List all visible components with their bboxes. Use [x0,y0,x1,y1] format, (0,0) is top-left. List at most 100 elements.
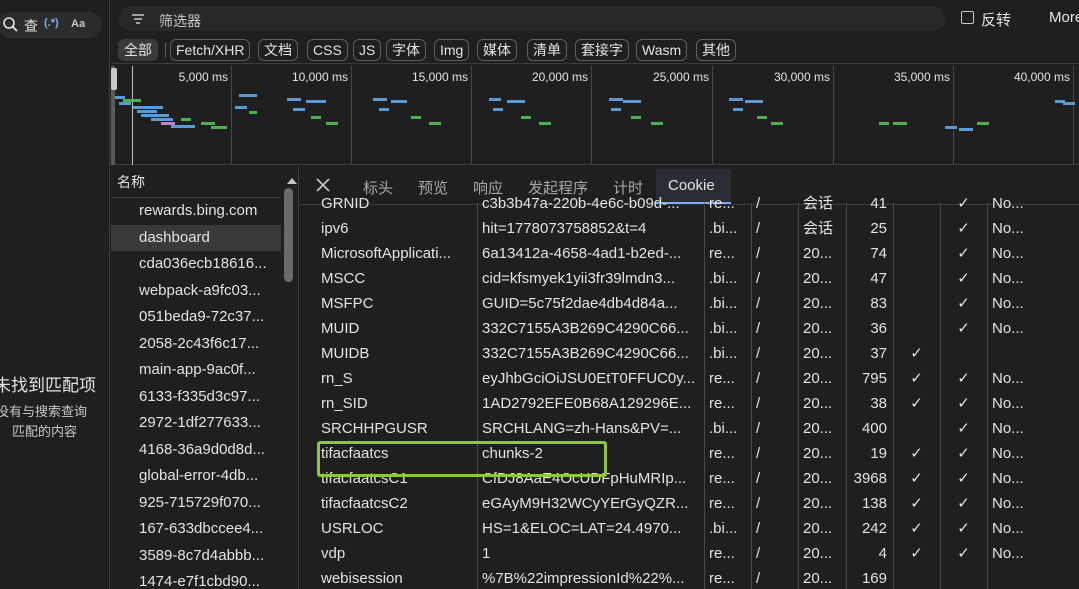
overview-request-bar [249,111,257,114]
request-row[interactable]: global-error-4db... [111,463,281,490]
request-row[interactable]: 925-715729f070... [111,490,281,517]
type-filter-media[interactable]: 媒体 [477,39,517,61]
cookie-path: / [756,395,761,412]
request-row[interactable]: rewards.bing.com [111,198,281,225]
cookie-samesite [987,566,1047,589]
tick-label: 30,000 ms [773,70,830,84]
request-row[interactable]: 167-633dbccee4... [111,516,281,543]
invert-checkbox[interactable] [961,11,974,24]
type-filter-img[interactable]: Img [434,39,470,61]
cookie-row[interactable]: ipv6 hit=1778073758852&t=4 .bi... / 会话 25 ✓ No.… [316,216,1079,241]
request-row[interactable]: 051beda9-72c37... [111,304,281,331]
request-list-scrollbar[interactable] [284,188,293,282]
cookie-expires: 20... [803,495,833,512]
request-row[interactable]: 1474-e7f1cbd90... [111,569,281,589]
cookie-row[interactable]: SRCHHPGUSR SRCHLANG=zh-Hans&PV=... .bi... /… [316,416,1079,441]
request-row[interactable]: cda036ecb18616... [111,251,281,278]
overview-request-bar [1063,102,1075,105]
overview-request-bar [489,98,501,101]
request-row[interactable]: 3589-8c7d4abbb... [111,543,281,570]
cookie-domain: re... [709,545,735,562]
type-filter-all[interactable]: 全部 [118,39,158,61]
cookie-httponly: ✓ [910,345,923,362]
type-filter-socket[interactable]: 套接字 [575,39,629,61]
request-row[interactable]: main-app-9ac0f... [111,357,281,384]
type-filter-fetch-xhr[interactable]: Fetch/XHR [170,39,251,61]
cookie-value: 332C7155A3B269C4290C66... [482,345,689,362]
search-panel: 查 (.*) Aa 未找到匹配项 没有与搜索查询 匹配的内容 [0,0,110,589]
type-filter-js[interactable]: JS [353,39,382,61]
overview-request-bar [239,94,257,97]
type-filter-font[interactable]: 字体 [386,39,426,61]
overview-request-bar [771,122,783,125]
match-case-toggle[interactable]: Aa [71,18,85,30]
cookie-size: 37 [870,345,887,362]
cookie-row[interactable]: webisession %7B%22impressionId%22%... re..… [316,566,1079,589]
cookie-samesite: No... [992,220,1024,237]
cookie-name: rn_SID [321,395,368,412]
cookie-size: 795 [861,370,887,387]
cookie-expires: 会话 [803,195,834,212]
cookie-row[interactable]: MicrosoftApplicati... 6a13412a-4658-4ad1-… [316,241,1079,266]
type-filter-doc[interactable]: 文档 [258,39,298,61]
cookie-secure: ✓ [957,320,970,337]
cookie-samesite [987,341,1047,366]
cookie-row[interactable]: GRNID c3b3b47a-220b-4e6c-b09d-... re... / 会话… [316,191,1079,216]
invert-label[interactable]: 反转 [981,9,1011,30]
cookie-expires: 20... [803,270,833,287]
cookie-samesite: No... [992,495,1024,512]
overview-request-bar [293,108,305,111]
search-input[interactable]: 查 (.*) Aa [0,12,102,38]
cookie-row[interactable]: rn_SID 1AD2792EFE0B68A129296E... re... / 20.… [316,391,1079,416]
request-row[interactable]: dashboard [111,224,281,251]
cookie-httponly: ✓ [910,370,923,387]
cookie-size: 400 [861,420,887,437]
cookie-value: hit=1778073758852&t=4 [482,220,647,237]
cookie-size: 169 [861,570,887,587]
cookie-path: / [756,295,761,312]
cookie-httponly [893,566,940,589]
cookie-path: / [756,470,761,487]
network-overview[interactable]: 5,000 ms 10,000 ms 15,000 ms 20,000 ms 2… [111,66,1079,165]
overview-request-bar [133,106,163,109]
cookie-row[interactable]: MUIDB 332C7155A3B269C4290C66... .bi... / 20.… [316,341,1079,366]
overview-request-bar [631,116,641,119]
overview-request-bar [977,122,989,125]
overview-request-bar [119,102,131,105]
cookie-row[interactable]: USRLOC HS=1&ELOC=LAT=24.4970... .bi... / 20.… [316,516,1079,541]
tick-line [1073,66,1074,165]
cookie-row[interactable]: tifacfaatcsC2 eGAyM9H32WCyYErGyQZR... re..… [316,491,1079,516]
cookie-value: 6a13412a-4658-4ad1-b2ed-... [482,245,682,262]
cookie-row[interactable]: MSFPC GUID=5c75f2dae4db4d84a... .bi... / 20.… [316,291,1079,316]
type-filter-css[interactable]: CSS [307,39,348,61]
cookie-samesite: No... [992,270,1024,287]
cookie-name: GRNID [321,195,370,212]
type-filter-manifest[interactable]: 清单 [527,39,567,61]
cookie-value: SRCHLANG=zh-Hans&PV=... [482,420,682,437]
filter-input[interactable]: 筛选器 [119,6,945,31]
request-row[interactable]: 4168-36a9d0d8d... [111,437,281,464]
cookie-domain: .bi... [709,420,738,437]
sort-ascending-icon[interactable] [287,178,297,184]
cookie-path: / [756,570,761,587]
request-row[interactable]: 2058-2c43f6c17... [111,331,281,358]
regex-toggle[interactable]: (.*) [44,17,59,29]
request-row[interactable]: 6133-f335d3c97... [111,384,281,411]
request-row[interactable]: 2972-1df277633... [111,410,281,437]
cookie-httponly: ✓ [910,520,923,537]
cookie-name: MSCC [321,270,366,287]
cookie-expires: 20... [803,245,833,262]
cookie-row[interactable]: MUID 332C7155A3B269C4290C66... .bi... / 20..… [316,316,1079,341]
tick-line [953,66,954,165]
type-filter-other[interactable]: 其他 [696,39,736,61]
cookie-expires: 20... [803,545,833,562]
request-row[interactable]: webpack-a9fc03... [111,278,281,305]
name-column-header[interactable]: 名称 [111,166,281,198]
cookie-row[interactable]: MSCC cid=kfsmyek1yii3fr39lmdn3... .bi... / 2… [316,266,1079,291]
tick-label: 25,000 ms [652,70,709,84]
cookie-row[interactable]: rn_S eyJhbGciOiJSU0EtT0FFUC0y... re... / 20.… [316,366,1079,391]
type-filter-wasm[interactable]: Wasm [636,39,688,61]
cookie-row[interactable]: vdp 1 re... / 20... 4 ✓ ✓ No... [316,541,1079,566]
overview-left-handle[interactable] [111,68,117,90]
more-filters-button[interactable]: More [1049,9,1079,26]
